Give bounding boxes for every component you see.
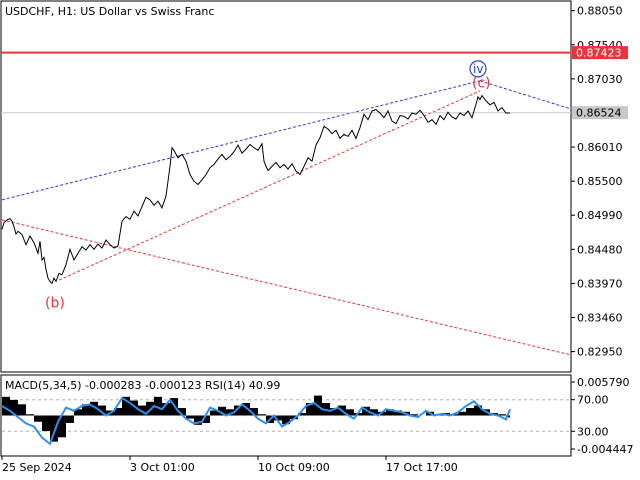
resistance-price-tag: 0.87423 <box>572 46 628 60</box>
price-chart[interactable]: (b)(c)iv 0.880500.875400.870300.860100.8… <box>0 0 640 480</box>
indicator-label: MACD(5,34,5) -0.000283 -0.000123 RSI(14)… <box>5 379 280 392</box>
indicator-tick-label: 30.00 <box>577 425 609 438</box>
macd-bar <box>34 415 42 422</box>
svg-text:0.87423: 0.87423 <box>576 47 622 60</box>
price-tick-label: 0.87030 <box>577 73 623 86</box>
macd-bar <box>186 415 194 419</box>
time-axis: 25 Sep 2024 3 Oct 01:00 10 Oct 09:00 17 Oct… <box>1 456 458 474</box>
price-tick-label: 0.84990 <box>577 209 623 222</box>
current-price-tag: 0.86524 <box>572 106 628 120</box>
price-tick-label: 0.86010 <box>577 141 623 154</box>
indicator-tick-label: -0.004447 <box>577 443 633 456</box>
macd-bar <box>66 415 74 423</box>
price-tick-label: 0.85500 <box>577 175 623 188</box>
macd-bar <box>26 414 34 416</box>
indicator-tick-label: 70.00 <box>577 394 609 407</box>
indicator-tick-label: 0.005790 <box>577 376 630 389</box>
price-tick-label: 0.88050 <box>577 5 623 18</box>
chart-title: USDCHF, H1: US Dollar vs Swiss Franc <box>5 5 214 18</box>
macd-bar <box>18 404 26 416</box>
price-tick-label: 0.83460 <box>577 312 623 325</box>
wave-label: (b) <box>45 295 65 311</box>
macd-bar <box>42 415 50 432</box>
time-tick-label: 10 Oct 09:00 <box>258 461 330 474</box>
indicator-axis: 0.005790 70.00 30.00 -0.004447 <box>571 376 633 456</box>
wave-label: iv <box>473 62 483 76</box>
macd-bar <box>466 408 474 416</box>
time-tick-label: 25 Sep 2024 <box>2 461 72 474</box>
macd-bar <box>258 414 266 416</box>
time-tick-label: 17 Oct 17:00 <box>386 461 458 474</box>
time-tick-label: 3 Oct 01:00 <box>130 461 195 474</box>
price-tick-label: 0.82950 <box>577 346 623 359</box>
main-panel[interactable] <box>0 0 572 373</box>
price-tick-label: 0.83970 <box>577 277 623 290</box>
wave-label: (c) <box>472 76 491 92</box>
svg-text:0.86524: 0.86524 <box>576 107 622 120</box>
price-tick-label: 0.84480 <box>577 243 623 256</box>
